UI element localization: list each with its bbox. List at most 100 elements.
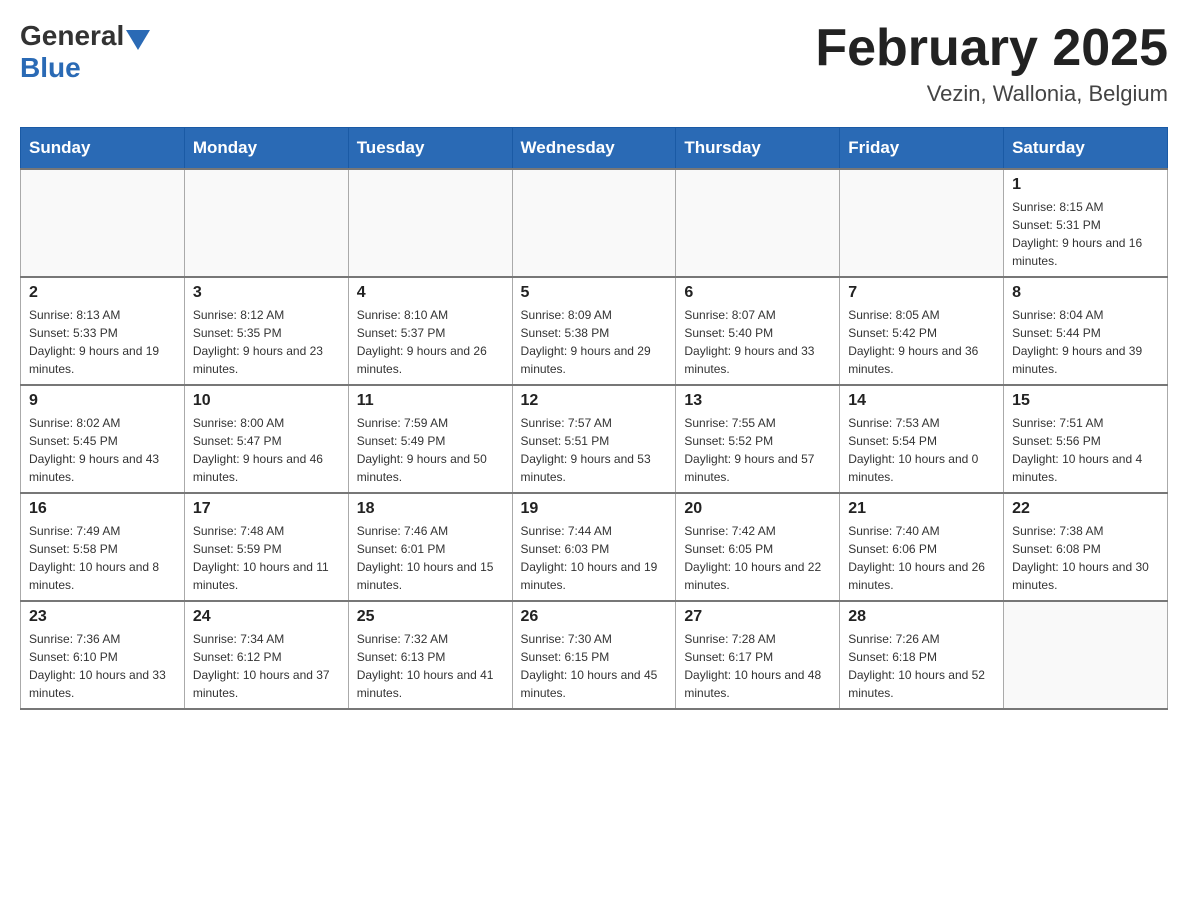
calendar-cell: 24Sunrise: 7:34 AMSunset: 6:12 PMDayligh… bbox=[184, 601, 348, 709]
day-info: Sunrise: 7:53 AMSunset: 5:54 PMDaylight:… bbox=[848, 414, 995, 486]
calendar-cell: 14 Sunrise: 7:53 AMSunset: 5:54 PMDayligh… bbox=[840, 385, 1004, 493]
day-number: 20 bbox=[684, 500, 831, 518]
day-number: 15 bbox=[1012, 392, 1159, 410]
day-number: 26 bbox=[521, 608, 668, 626]
day-number: 25 bbox=[357, 608, 504, 626]
day-info: Sunrise: 7:59 AMSunset: 5:49 PMDaylight:… bbox=[357, 414, 504, 486]
day-number: 4 bbox=[357, 284, 504, 302]
day-info: Sunrise: 7:55 AMSunset: 5:52 PMDaylight:… bbox=[684, 414, 831, 486]
day-number: 1 bbox=[1012, 176, 1159, 194]
weekday-header-tuesday: Tuesday bbox=[348, 128, 512, 170]
day-info: Sunrise: 8:09 AMSunset: 5:38 PMDaylight:… bbox=[521, 306, 668, 378]
weekday-header-friday: Friday bbox=[840, 128, 1004, 170]
day-number: 17 bbox=[193, 500, 340, 518]
calendar-cell: 6 Sunrise: 8:07 AMSunset: 5:40 PMDaylight… bbox=[676, 277, 840, 385]
calendar-cell: 16Sunrise: 7:49 AMSunset: 5:58 PMDayligh… bbox=[21, 493, 185, 601]
weekday-header-thursday: Thursday bbox=[676, 128, 840, 170]
day-info: Sunrise: 8:13 AMSunset: 5:33 PMDaylight:… bbox=[29, 306, 176, 378]
day-info: Sunrise: 7:48 AMSunset: 5:59 PMDaylight:… bbox=[193, 522, 340, 594]
calendar-cell: 26 Sunrise: 7:30 AMSunset: 6:15 PMDayligh… bbox=[512, 601, 676, 709]
calendar-week-row: 16Sunrise: 7:49 AMSunset: 5:58 PMDayligh… bbox=[21, 493, 1168, 601]
day-number: 12 bbox=[521, 392, 668, 410]
weekday-header-wednesday: Wednesday bbox=[512, 128, 676, 170]
calendar-cell: 17 Sunrise: 7:48 AMSunset: 5:59 PMDayligh… bbox=[184, 493, 348, 601]
location-subtitle: Vezin, Wallonia, Belgium bbox=[815, 81, 1168, 107]
weekday-header-monday: Monday bbox=[184, 128, 348, 170]
day-number: 13 bbox=[684, 392, 831, 410]
day-number: 5 bbox=[521, 284, 668, 302]
calendar-cell: 22 Sunrise: 7:38 AMSunset: 6:08 PMDayligh… bbox=[1004, 493, 1168, 601]
calendar-cell bbox=[184, 169, 348, 277]
calendar-cell: 2 Sunrise: 8:13 AMSunset: 5:33 PMDaylight… bbox=[21, 277, 185, 385]
page-header: General Blue February 2025 Vezin, Wallon… bbox=[20, 20, 1168, 107]
day-info: Sunrise: 7:44 AMSunset: 6:03 PMDaylight:… bbox=[521, 522, 668, 594]
calendar-cell: 4 Sunrise: 8:10 AMSunset: 5:37 PMDaylight… bbox=[348, 277, 512, 385]
day-info: Sunrise: 8:00 AMSunset: 5:47 PMDaylight:… bbox=[193, 414, 340, 486]
logo-blue-text: Blue bbox=[20, 52, 81, 84]
calendar-cell: 5 Sunrise: 8:09 AMSunset: 5:38 PMDaylight… bbox=[512, 277, 676, 385]
calendar-cell: 21 Sunrise: 7:40 AMSunset: 6:06 PMDayligh… bbox=[840, 493, 1004, 601]
day-info: Sunrise: 8:12 AMSunset: 5:35 PMDaylight:… bbox=[193, 306, 340, 378]
calendar-cell bbox=[512, 169, 676, 277]
day-number: 27 bbox=[684, 608, 831, 626]
day-number: 6 bbox=[684, 284, 831, 302]
day-info: Sunrise: 8:15 AMSunset: 5:31 PMDaylight:… bbox=[1012, 198, 1159, 270]
day-number: 22 bbox=[1012, 500, 1159, 518]
calendar-cell: 25 Sunrise: 7:32 AMSunset: 6:13 PMDayligh… bbox=[348, 601, 512, 709]
calendar-cell bbox=[21, 169, 185, 277]
day-number: 2 bbox=[29, 284, 176, 302]
day-info: Sunrise: 8:07 AMSunset: 5:40 PMDaylight:… bbox=[684, 306, 831, 378]
day-number: 28 bbox=[848, 608, 995, 626]
day-number: 9 bbox=[29, 392, 176, 410]
day-number: 14 bbox=[848, 392, 995, 410]
day-number: 18 bbox=[357, 500, 504, 518]
weekday-header-row: SundayMondayTuesdayWednesdayThursdayFrid… bbox=[21, 128, 1168, 170]
day-info: Sunrise: 8:02 AMSunset: 5:45 PMDaylight:… bbox=[29, 414, 176, 486]
calendar-cell: 11 Sunrise: 7:59 AMSunset: 5:49 PMDayligh… bbox=[348, 385, 512, 493]
weekday-header-saturday: Saturday bbox=[1004, 128, 1168, 170]
day-number: 10 bbox=[193, 392, 340, 410]
day-info: Sunrise: 7:28 AMSunset: 6:17 PMDaylight:… bbox=[684, 630, 831, 702]
calendar-cell: 28Sunrise: 7:26 AMSunset: 6:18 PMDayligh… bbox=[840, 601, 1004, 709]
day-number: 16 bbox=[29, 500, 176, 518]
title-block: February 2025 Vezin, Wallonia, Belgium bbox=[815, 20, 1168, 107]
day-number: 7 bbox=[848, 284, 995, 302]
day-number: 8 bbox=[1012, 284, 1159, 302]
day-number: 21 bbox=[848, 500, 995, 518]
calendar-cell: 12 Sunrise: 7:57 AMSunset: 5:51 PMDayligh… bbox=[512, 385, 676, 493]
calendar-cell: 13 Sunrise: 7:55 AMSunset: 5:52 PMDayligh… bbox=[676, 385, 840, 493]
calendar-cell: 18 Sunrise: 7:46 AMSunset: 6:01 PMDayligh… bbox=[348, 493, 512, 601]
calendar-cell: 3Sunrise: 8:12 AMSunset: 5:35 PMDaylight… bbox=[184, 277, 348, 385]
day-info: Sunrise: 8:05 AMSunset: 5:42 PMDaylight:… bbox=[848, 306, 995, 378]
calendar-week-row: 1 Sunrise: 8:15 AMSunset: 5:31 PMDaylight… bbox=[21, 169, 1168, 277]
weekday-header-sunday: Sunday bbox=[21, 128, 185, 170]
calendar-cell bbox=[840, 169, 1004, 277]
day-info: Sunrise: 8:04 AMSunset: 5:44 PMDaylight:… bbox=[1012, 306, 1159, 378]
day-number: 23 bbox=[29, 608, 176, 626]
day-info: Sunrise: 8:10 AMSunset: 5:37 PMDaylight:… bbox=[357, 306, 504, 378]
calendar-cell: 23Sunrise: 7:36 AMSunset: 6:10 PMDayligh… bbox=[21, 601, 185, 709]
day-info: Sunrise: 7:51 AMSunset: 5:56 PMDaylight:… bbox=[1012, 414, 1159, 486]
day-info: Sunrise: 7:40 AMSunset: 6:06 PMDaylight:… bbox=[848, 522, 995, 594]
calendar-cell: 1 Sunrise: 8:15 AMSunset: 5:31 PMDaylight… bbox=[1004, 169, 1168, 277]
day-info: Sunrise: 7:38 AMSunset: 6:08 PMDaylight:… bbox=[1012, 522, 1159, 594]
logo: General Blue bbox=[20, 20, 152, 84]
calendar-cell bbox=[1004, 601, 1168, 709]
calendar-week-row: 23Sunrise: 7:36 AMSunset: 6:10 PMDayligh… bbox=[21, 601, 1168, 709]
day-info: Sunrise: 7:46 AMSunset: 6:01 PMDaylight:… bbox=[357, 522, 504, 594]
calendar-cell: 10 Sunrise: 8:00 AMSunset: 5:47 PMDayligh… bbox=[184, 385, 348, 493]
calendar-cell: 9 Sunrise: 8:02 AMSunset: 5:45 PMDaylight… bbox=[21, 385, 185, 493]
day-number: 11 bbox=[357, 392, 504, 410]
calendar-cell: 20Sunrise: 7:42 AMSunset: 6:05 PMDayligh… bbox=[676, 493, 840, 601]
day-info: Sunrise: 7:57 AMSunset: 5:51 PMDaylight:… bbox=[521, 414, 668, 486]
day-info: Sunrise: 7:30 AMSunset: 6:15 PMDaylight:… bbox=[521, 630, 668, 702]
day-number: 19 bbox=[521, 500, 668, 518]
calendar-cell bbox=[348, 169, 512, 277]
calendar-cell bbox=[676, 169, 840, 277]
calendar-table: SundayMondayTuesdayWednesdayThursdayFrid… bbox=[20, 127, 1168, 710]
month-title: February 2025 bbox=[815, 20, 1168, 77]
calendar-week-row: 2 Sunrise: 8:13 AMSunset: 5:33 PMDaylight… bbox=[21, 277, 1168, 385]
calendar-week-row: 9 Sunrise: 8:02 AMSunset: 5:45 PMDaylight… bbox=[21, 385, 1168, 493]
day-info: Sunrise: 7:32 AMSunset: 6:13 PMDaylight:… bbox=[357, 630, 504, 702]
day-number: 24 bbox=[193, 608, 340, 626]
